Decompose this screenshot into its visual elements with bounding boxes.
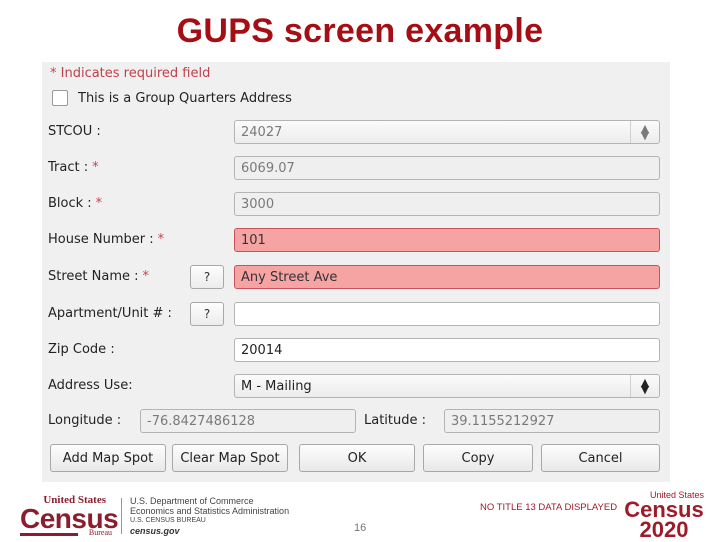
required-star: * — [92, 160, 99, 175]
census-logo-bureau: Bureau — [88, 528, 112, 537]
add-map-spot-button[interactable]: Add Map Spot — [50, 444, 166, 472]
longitude-field[interactable]: -76.8427486128 — [140, 409, 356, 433]
stcou-select[interactable]: 24027 ▲ ▼ — [234, 120, 660, 144]
copy-button[interactable]: Copy — [423, 444, 533, 472]
street-name-help-button[interactable]: ? — [190, 265, 224, 289]
group-quarters-checkbox[interactable] — [52, 90, 68, 106]
census-2020-logo: United States Census 2020 — [624, 490, 704, 542]
required-field-note: * Indicates required field — [50, 66, 211, 81]
cancel-button[interactable]: Cancel — [541, 444, 660, 472]
required-star: * — [95, 196, 103, 211]
group-quarters-row[interactable]: This is a Group Quarters Address — [52, 90, 292, 106]
title13-disclaimer: NO TITLE 13 DATA DISPLAYED — [480, 502, 618, 513]
house-number-field[interactable]: 101 — [234, 228, 660, 252]
census2020-logo-year: 2020 — [639, 517, 689, 542]
ok-button[interactable]: OK — [299, 444, 415, 472]
stcou-value: 24027 — [241, 125, 283, 140]
street-name-field[interactable]: Any Street Ave — [234, 265, 660, 289]
tract-field[interactable]: 6069.07 — [234, 156, 660, 180]
page-number: 16 — [354, 522, 367, 534]
tract-label-text: Tract : — [48, 160, 89, 175]
block-label-text: Block : — [48, 196, 92, 211]
block-field[interactable]: 3000 — [234, 192, 660, 216]
address-use-value: M - Mailing — [241, 379, 312, 394]
department-line1: U.S. Department of Commerce — [130, 496, 254, 506]
apartment-field[interactable] — [234, 302, 660, 326]
department-text: U.S. Department of Commerce Economics an… — [130, 496, 289, 536]
zip-code-label: Zip Code : — [48, 342, 115, 357]
apartment-help-button[interactable]: ? — [190, 302, 224, 326]
slide-title: GUPS screen example — [176, 12, 544, 50]
department-line2: Economics and Statistics Administration — [130, 506, 290, 516]
latitude-field[interactable]: 39.1155212927 — [444, 409, 660, 433]
select-updown-icon[interactable]: ▲ ▼ — [630, 375, 659, 397]
stcou-label-text: STCOU : — [48, 124, 101, 139]
spinner-updown-icon[interactable]: ▲ ▼ — [630, 121, 659, 143]
apartment-label: Apartment/Unit # : — [48, 306, 172, 321]
address-use-label: Address Use: — [48, 378, 133, 393]
department-line3: U.S. CENSUS BUREAU — [130, 517, 206, 524]
house-number-label: House Number : * — [48, 232, 164, 247]
house-number-label-text: House Number : — [48, 232, 154, 247]
census-gov-link: census.gov — [130, 526, 180, 536]
required-star: * — [142, 269, 150, 284]
clear-map-spot-button[interactable]: Clear Map Spot — [172, 444, 288, 472]
tract-label: Tract : * — [48, 160, 99, 175]
zip-code-field[interactable]: 20014 — [234, 338, 660, 362]
latitude-label: Latitude : — [364, 413, 427, 428]
group-quarters-label: This is a Group Quarters Address — [78, 90, 292, 106]
street-name-label-text: Street Name : — [48, 269, 139, 284]
census-bureau-logo: United States Census Bureau — [20, 494, 119, 537]
block-label: Block : * — [48, 196, 102, 211]
footer-divider — [121, 498, 122, 534]
address-use-select[interactable]: M - Mailing ▲ ▼ — [234, 374, 660, 398]
address-form-panel: * Indicates required field This is a Gro… — [42, 62, 670, 482]
street-name-label: Street Name : * — [48, 269, 149, 284]
longitude-label: Longitude : — [48, 413, 122, 428]
required-star: * — [157, 232, 165, 247]
stcou-label: STCOU : — [48, 124, 101, 139]
